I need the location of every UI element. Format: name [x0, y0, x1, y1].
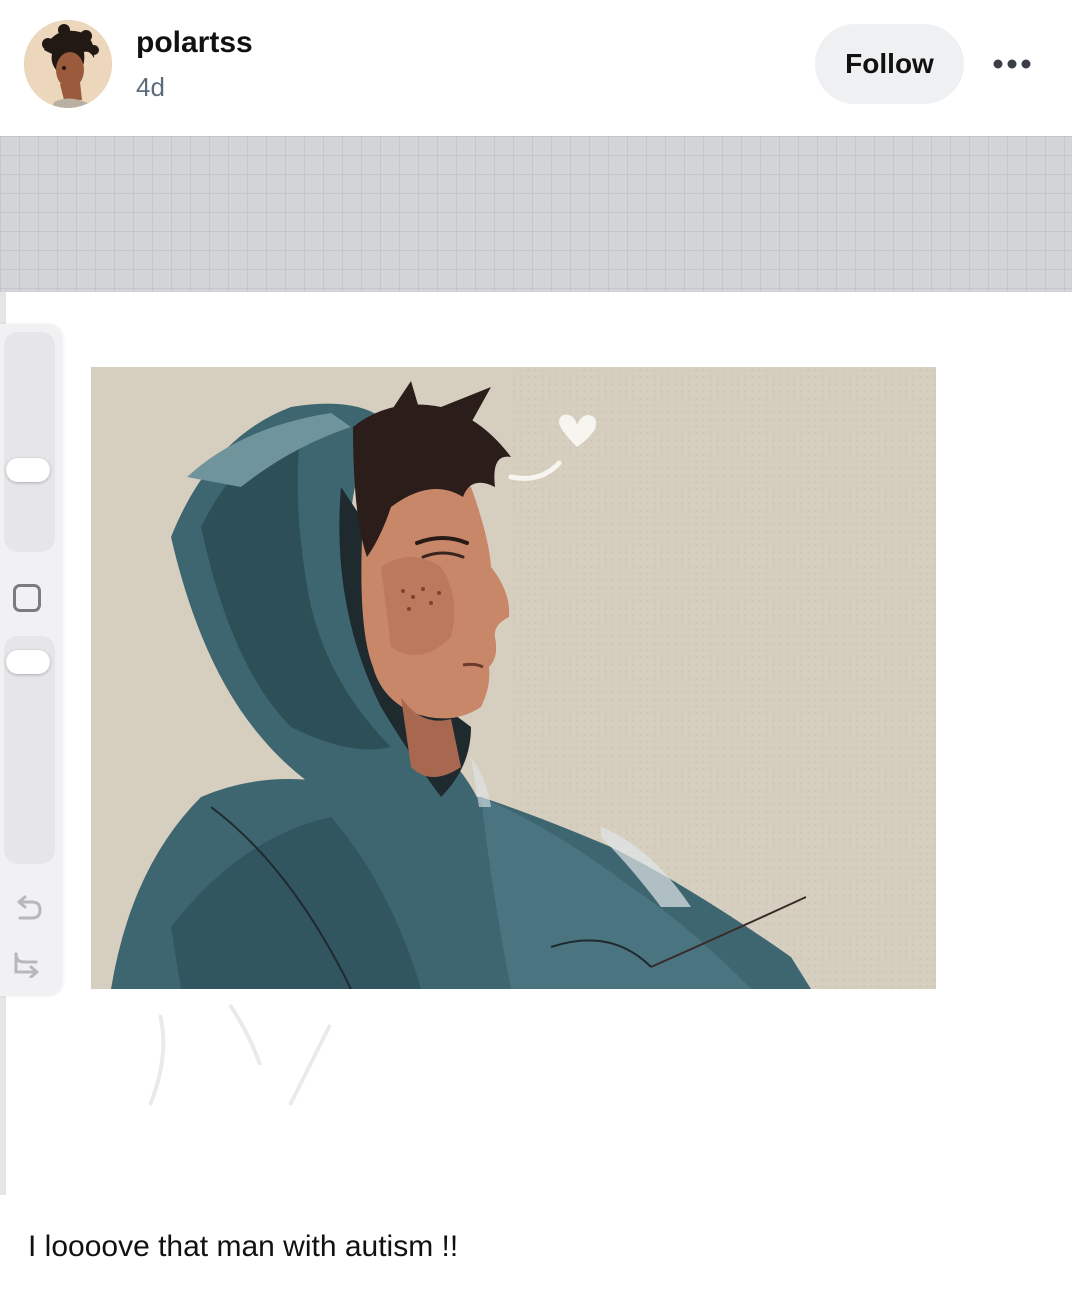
redo-button[interactable] [12, 946, 44, 979]
square-icon[interactable] [13, 584, 41, 612]
post-caption: I loooove that man with autism !! [28, 1230, 459, 1263]
brush-size-handle[interactable] [6, 458, 50, 482]
redo-icon [14, 952, 39, 979]
undo-button[interactable] [12, 892, 44, 924]
avatar[interactable] [24, 20, 112, 108]
undo-icon [17, 895, 42, 920]
avatar-illustration [24, 20, 112, 108]
hooded-figure-artwork [91, 367, 936, 989]
brush-sidebar [0, 324, 62, 996]
follow-button[interactable]: Follow [815, 24, 964, 104]
drawing-app-toolbar-area [0, 136, 1072, 292]
opacity-handle[interactable] [6, 650, 50, 674]
more-options-button[interactable] [984, 44, 1040, 84]
post-timestamp[interactable]: 4d [136, 72, 165, 103]
post-header: polartss 4d Follow [0, 0, 1072, 136]
artwork-illustration [91, 367, 936, 989]
more-options-icon [993, 59, 1031, 69]
username[interactable]: polartss [136, 26, 253, 60]
faint-sketch-lines [148, 1003, 332, 1106]
brush-size-slider[interactable] [4, 332, 55, 552]
